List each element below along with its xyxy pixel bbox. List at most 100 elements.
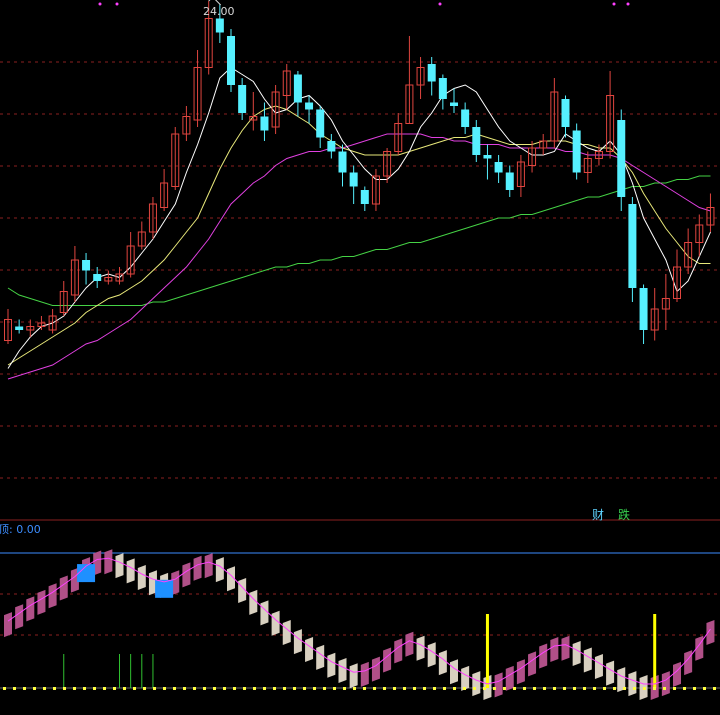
baseline-dot	[683, 687, 686, 690]
sub-bar	[15, 604, 24, 630]
top-dot	[115, 2, 119, 6]
top-dot	[612, 2, 616, 6]
baseline-dot	[463, 687, 466, 690]
candle-body	[450, 102, 458, 106]
sub-bar	[249, 589, 258, 615]
candle	[371, 169, 380, 211]
sub-indicator-bars	[4, 549, 715, 700]
baseline-dot	[323, 687, 326, 690]
candle-body	[427, 64, 436, 82]
sub-bar	[260, 600, 269, 626]
candle	[673, 249, 681, 302]
candle	[528, 141, 537, 173]
sub-line	[7, 557, 711, 685]
sub-bar	[572, 640, 581, 666]
sub-bar	[416, 635, 425, 661]
sub-bar	[26, 596, 35, 622]
sub-bar	[438, 650, 447, 676]
candle	[137, 221, 146, 250]
baseline-dot	[273, 687, 276, 690]
sub-bar	[182, 562, 191, 588]
candle	[483, 144, 492, 180]
candle-body	[215, 18, 224, 33]
candle-body	[260, 116, 269, 131]
candle	[661, 274, 670, 330]
candle	[405, 36, 414, 124]
baseline-dot	[713, 687, 716, 690]
sub-bar	[594, 654, 603, 680]
candle	[360, 186, 369, 211]
sub-bar	[516, 659, 525, 685]
candle	[416, 57, 425, 99]
sub-bar	[561, 635, 570, 661]
candle	[539, 134, 548, 155]
candle	[572, 123, 581, 180]
main-grid	[0, 61, 720, 479]
baseline-dot	[513, 687, 516, 690]
sub-bar	[673, 661, 681, 687]
candle-body	[327, 141, 336, 152]
candle	[349, 165, 358, 204]
baseline-dot	[233, 687, 236, 690]
sub-bar	[115, 553, 124, 579]
baseline-dot	[553, 687, 556, 690]
candle	[427, 57, 436, 96]
baseline-dot	[503, 687, 506, 690]
baseline-dot	[693, 687, 696, 690]
sub-bar	[472, 671, 481, 697]
baseline-dot	[423, 687, 426, 690]
sub-bar	[661, 671, 670, 697]
candle	[617, 109, 626, 211]
sub-bar	[327, 652, 336, 678]
candle	[193, 50, 202, 127]
ma20-line	[7, 133, 711, 380]
candle	[561, 95, 570, 138]
sub-bar	[383, 647, 392, 673]
top-dot	[98, 2, 102, 6]
candle-body	[227, 36, 235, 85]
baseline-dot	[193, 687, 196, 690]
sub-bar	[450, 659, 458, 685]
candle	[4, 309, 12, 344]
sub-bar	[360, 661, 369, 687]
baseline-dot	[673, 687, 676, 690]
stock-chart	[0, 0, 720, 700]
baseline-dot	[373, 687, 376, 690]
candle	[126, 232, 135, 278]
candle	[37, 316, 46, 330]
baseline-dot	[333, 687, 336, 690]
sub-bar	[204, 553, 213, 579]
sub-bar	[550, 637, 559, 663]
candle-body	[639, 288, 648, 330]
baseline-dot	[133, 687, 136, 690]
candle	[706, 193, 715, 232]
baseline-dot	[73, 687, 76, 690]
sub-bar	[528, 651, 537, 677]
baseline-dot	[63, 687, 66, 690]
sub-bar	[282, 619, 291, 645]
sub-indicator-label: 顶: 0.00	[0, 523, 41, 536]
baseline-dot	[703, 687, 706, 690]
sub-bar	[494, 672, 503, 698]
candle-body	[628, 204, 637, 288]
sub-bar	[628, 671, 637, 697]
candle	[516, 155, 525, 197]
candle	[104, 270, 113, 285]
baseline-dot	[253, 687, 256, 690]
candle	[227, 29, 235, 92]
baseline-dot	[213, 687, 216, 690]
sub-bar	[583, 647, 592, 673]
baseline-dot	[603, 687, 606, 690]
baseline-dot	[123, 687, 126, 690]
baseline-dot	[43, 687, 46, 690]
candle	[305, 95, 314, 124]
candle-body	[338, 151, 347, 173]
sub-bar	[4, 612, 12, 638]
candle	[639, 284, 648, 344]
baseline-dot	[353, 687, 356, 690]
candle	[650, 288, 659, 341]
baseline-dot	[613, 687, 616, 690]
baseline-dot	[593, 687, 596, 690]
baseline-dot	[393, 687, 396, 690]
baseline-dot	[53, 687, 56, 690]
